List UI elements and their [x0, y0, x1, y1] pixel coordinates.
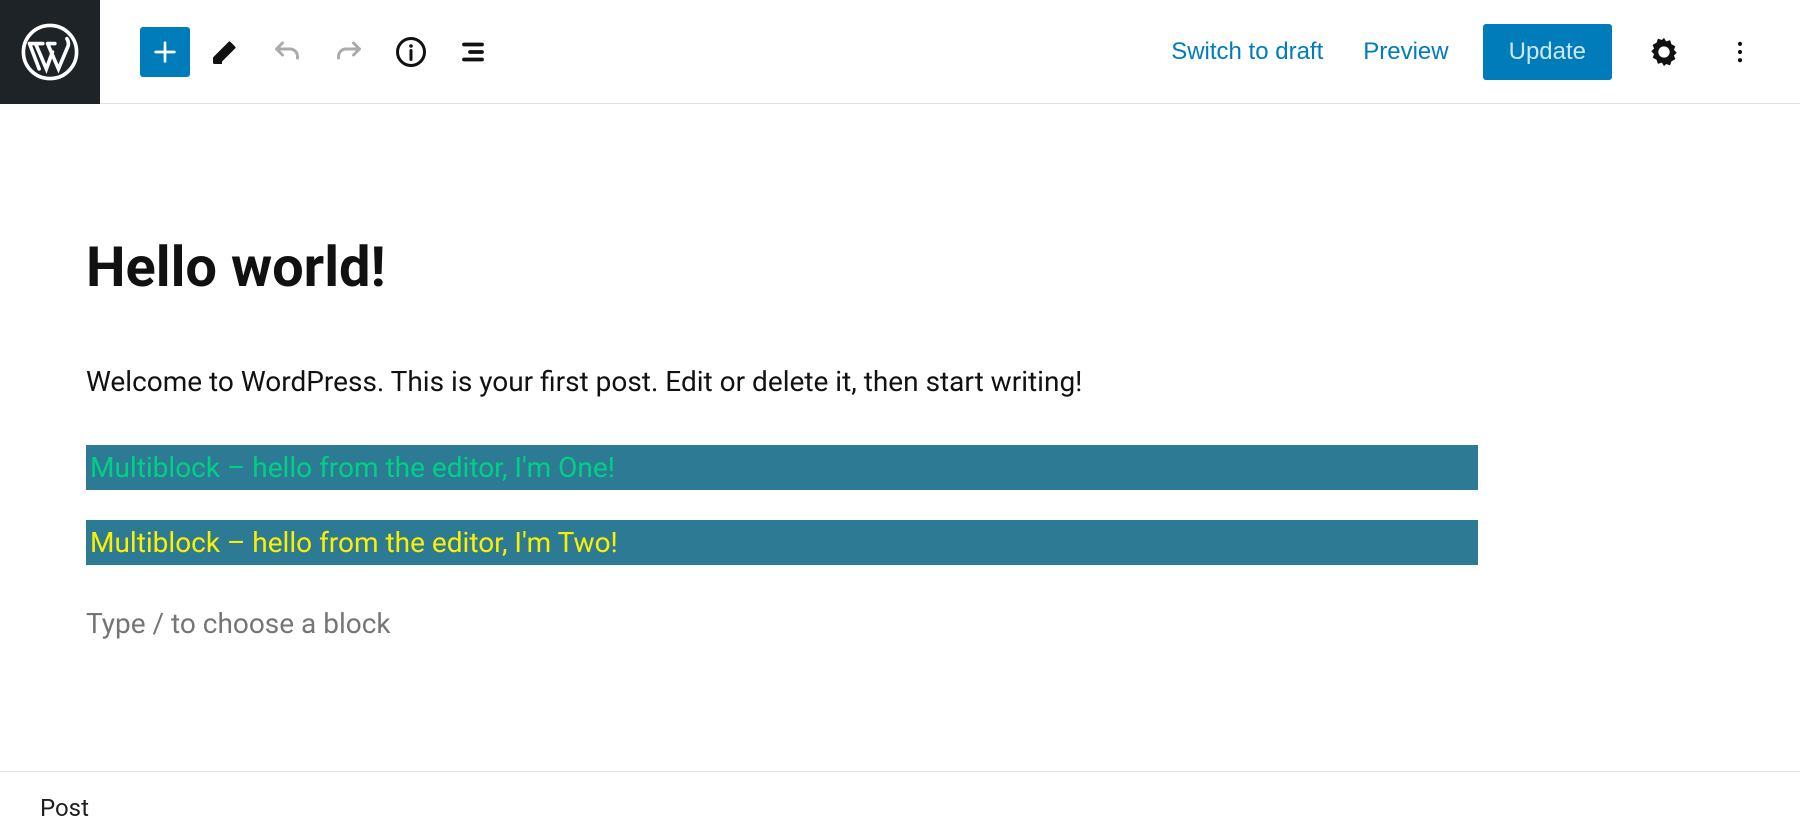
preview-button[interactable]: Preview	[1357, 28, 1454, 76]
settings-button[interactable]	[1640, 28, 1688, 76]
add-block-button[interactable]	[140, 27, 190, 77]
breadcrumb-post[interactable]: Post	[40, 794, 89, 822]
options-button[interactable]	[1716, 28, 1764, 76]
multiblock-two[interactable]: Multiblock – hello from the editor, I'm …	[86, 520, 1478, 565]
edit-mode-button[interactable]	[198, 25, 252, 79]
info-button[interactable]	[384, 25, 438, 79]
pencil-icon	[207, 34, 243, 70]
outline-icon	[455, 34, 491, 70]
wordpress-logo[interactable]	[0, 0, 100, 104]
plus-icon	[149, 36, 181, 68]
info-icon	[393, 34, 429, 70]
editor-footer: Post	[0, 771, 1800, 830]
block-appender-prompt[interactable]: Type / to choose a block	[86, 607, 1480, 640]
redo-icon	[331, 34, 367, 70]
undo-button[interactable]	[260, 25, 314, 79]
more-vertical-icon	[1726, 38, 1754, 66]
post-title[interactable]: Hello world!	[86, 234, 1480, 301]
update-button[interactable]: Update	[1483, 24, 1612, 80]
editor-canvas[interactable]: Hello world! Welcome to WordPress. This …	[0, 104, 1480, 640]
undo-icon	[269, 34, 305, 70]
toolbar-left	[100, 25, 500, 79]
editor-topbar: Switch to draft Preview Update	[0, 0, 1800, 104]
list-view-button[interactable]	[446, 25, 500, 79]
wordpress-icon	[21, 23, 79, 81]
toolbar-right: Switch to draft Preview Update	[1165, 24, 1800, 80]
redo-button[interactable]	[322, 25, 376, 79]
gear-icon	[1647, 35, 1681, 69]
switch-to-draft-button[interactable]: Switch to draft	[1165, 28, 1329, 76]
multiblock-one[interactable]: Multiblock – hello from the editor, I'm …	[86, 445, 1478, 490]
post-paragraph[interactable]: Welcome to WordPress. This is your first…	[86, 361, 1480, 403]
